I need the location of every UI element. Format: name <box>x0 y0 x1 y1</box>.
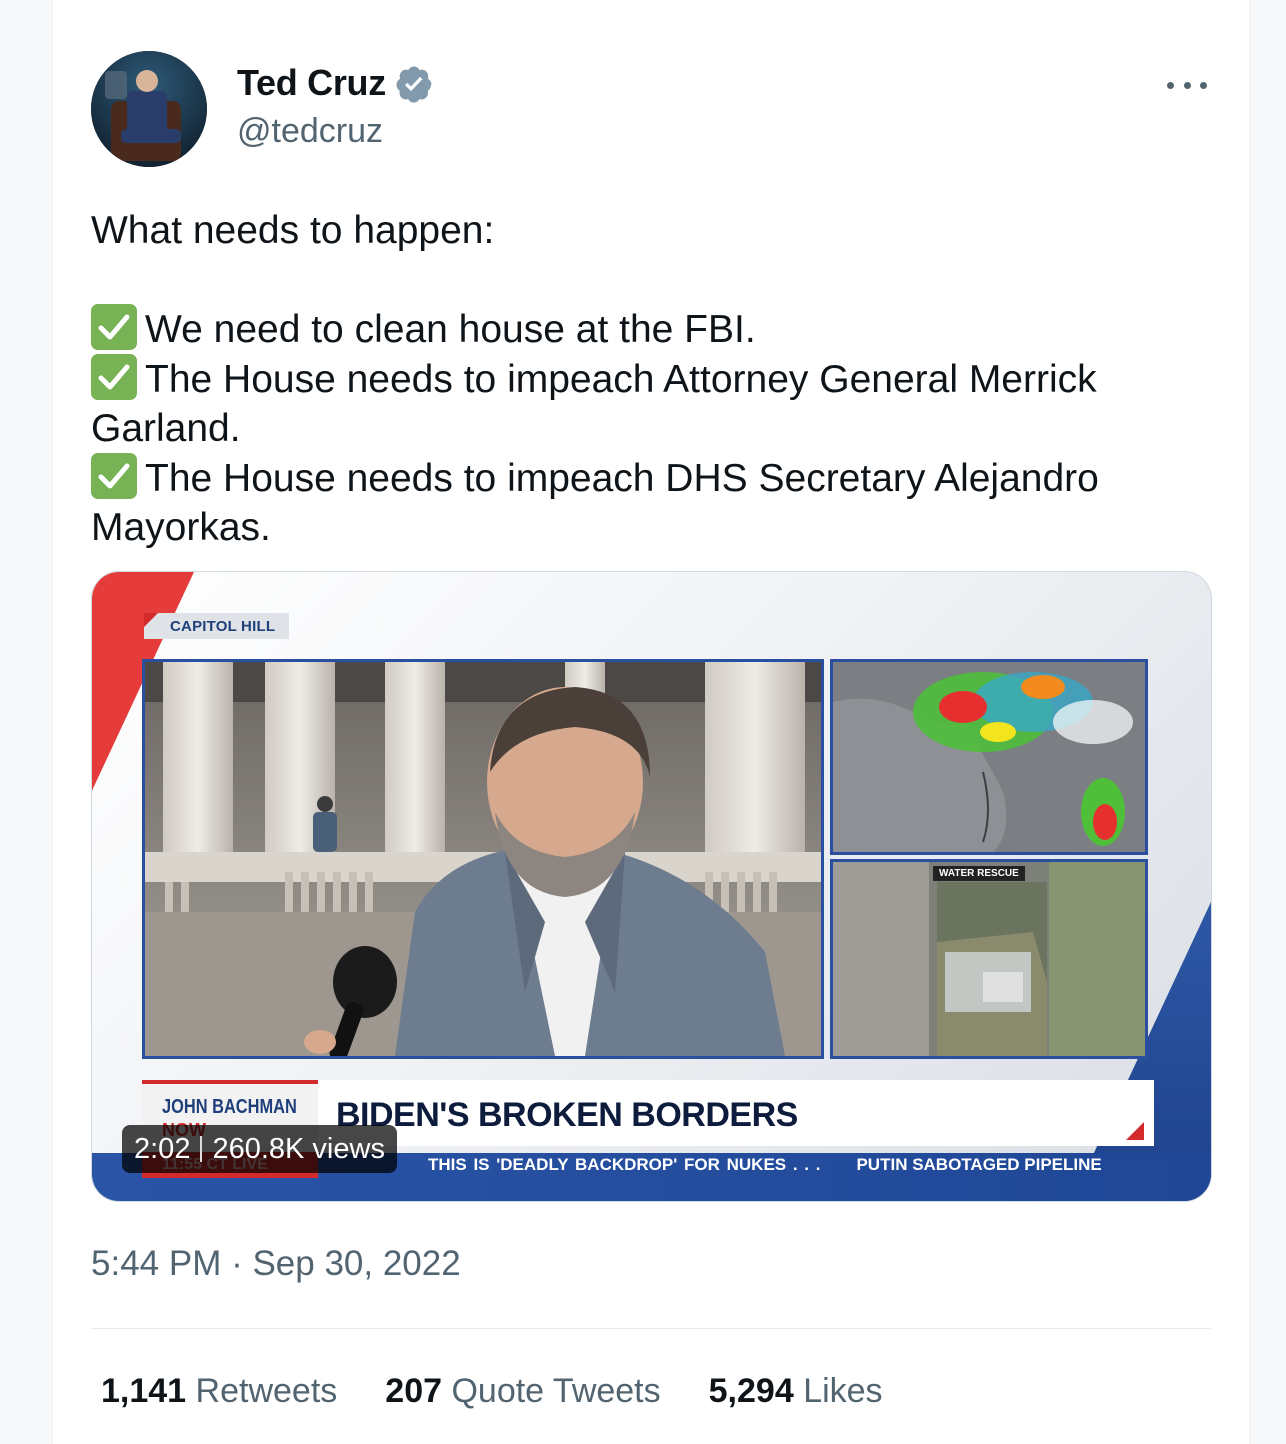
avatar[interactable] <box>91 51 207 167</box>
avatar-image <box>91 51 207 167</box>
check-mark-button-icon <box>91 453 137 499</box>
check-mark-button-icon <box>91 354 137 400</box>
video-views: 260.8K views <box>212 1132 385 1165</box>
retweets-stat[interactable]: 1,141 Retweets <box>101 1372 337 1411</box>
check-mark-button-icon <box>91 304 137 350</box>
likes-stat[interactable]: 5,294 Likes <box>709 1372 883 1411</box>
quote-tweets-stat[interactable]: 207 Quote Tweets <box>385 1372 660 1411</box>
author-handle[interactable]: @tedcruz <box>237 112 383 151</box>
divider <box>91 1328 1211 1329</box>
tweet-intro: What needs to happen: <box>91 209 495 252</box>
author-name-row: Ted Cruz <box>237 62 434 104</box>
engagement-stats: 1,141 Retweets 207 Quote Tweets 5,294 Li… <box>101 1372 931 1411</box>
weather-radar-map <box>833 662 1145 852</box>
tweet-card: Ted Cruz @tedcruz What needs to happen: … <box>52 0 1250 1444</box>
location-tag: CAPITOL HILL <box>144 613 290 639</box>
verified-badge-icon <box>396 66 432 103</box>
weather-radar-frame <box>830 659 1148 855</box>
video-main-frame <box>142 659 824 1059</box>
badge-divider <box>200 1136 203 1162</box>
headline-corner-accent <box>1126 1122 1144 1140</box>
tweet-item: We need to clean house at the FBI. <box>91 304 1201 354</box>
anchor-name: JOHN BACHMAN <box>162 1096 297 1118</box>
speaker-scene <box>145 662 821 1056</box>
tv-headline: BIDEN'S BROKEN BORDERS <box>336 1096 798 1134</box>
water-rescue-frame: WATER RESCUE <box>830 859 1148 1059</box>
video-player[interactable]: CAPITOL HILL WATER RESCUE JOHN BACHMAN B… <box>91 571 1212 1202</box>
more-options-icon[interactable] <box>1167 70 1207 100</box>
water-rescue-image <box>833 862 1145 1056</box>
tweet-timestamp[interactable]: 5:44 PM · Sep 30, 2022 <box>91 1244 461 1284</box>
ticker-item: PUTIN SABOTAGED PIPELINE <box>856 1155 1102 1174</box>
author-name[interactable]: Ted Cruz <box>237 62 386 104</box>
video-info-badge: 2:02 260.8K views <box>122 1125 397 1173</box>
tweet-item: The House needs to impeach Attorney Gene… <box>91 354 1201 453</box>
water-rescue-label: WATER RESCUE <box>933 866 1025 881</box>
tweet-text: What needs to happen: We need to clean h… <box>91 206 1201 552</box>
video-duration: 2:02 <box>134 1132 191 1165</box>
tweet-item: The House needs to impeach DHS Secretary… <box>91 453 1201 552</box>
